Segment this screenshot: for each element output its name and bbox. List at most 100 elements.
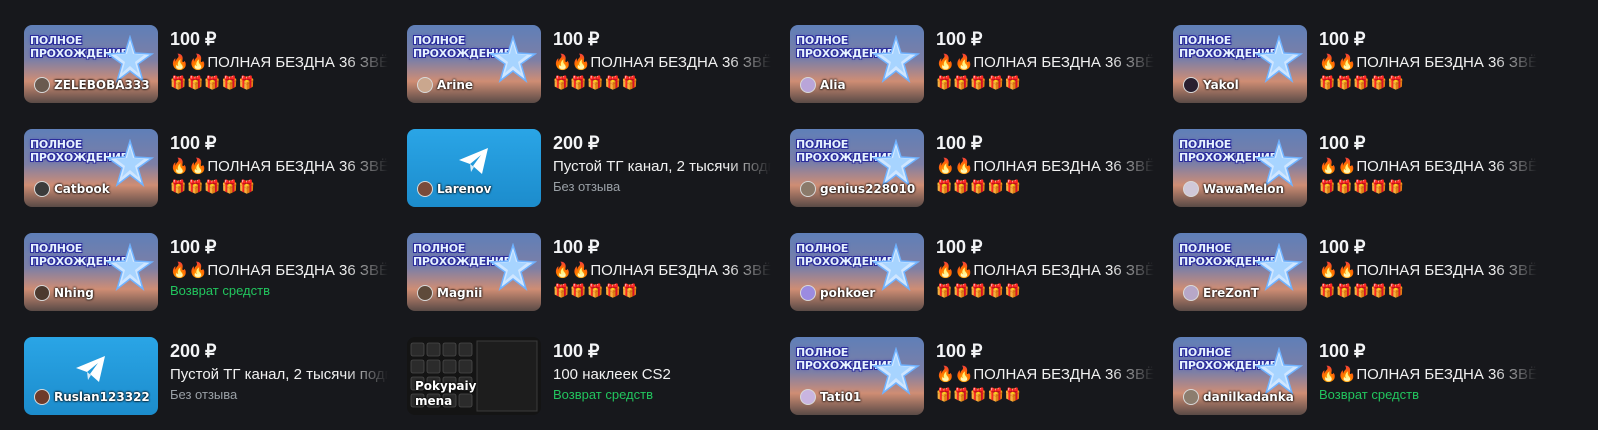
star-icon <box>872 139 920 187</box>
listing-card[interactable]: ПОЛНОЕ ПРОХОЖДЕНИЕ Tati01 100 ₽ 🔥🔥ПОЛНАЯ… <box>790 337 1156 415</box>
listing-info: 100 ₽ 🔥🔥ПОЛНАЯ БЕЗДНА 36 ЗВЁЗД Возврат с… <box>1319 337 1537 415</box>
listing-thumbnail[interactable]: ПОЛНОЕ ПРОХОЖДЕНИЕ EreZonT <box>1173 233 1307 311</box>
listing-thumbnail[interactable]: Ruslan123322 <box>24 337 158 415</box>
gift-icons: 🎁🎁🎁🎁🎁 <box>936 283 1022 298</box>
listings-grid: ПОЛНОЕ ПРОХОЖДЕНИЕ ZELEBOBA333 100 ₽ 🔥🔥П… <box>24 25 1539 415</box>
sticker-slot <box>458 342 473 357</box>
seller-badge: Ruslan123322 <box>34 389 150 405</box>
seller-name: Catbook <box>54 182 110 196</box>
avatar <box>800 181 816 197</box>
avatar <box>1183 389 1199 405</box>
listing-card[interactable]: ПОЛНОЕ ПРОХОЖДЕНИЕ Arine 100 ₽ 🔥🔥ПОЛНАЯ … <box>407 25 773 103</box>
avatar <box>800 389 816 405</box>
listing-card[interactable]: ПОЛНОЕ ПРОХОЖДЕНИЕ Nhing 100 ₽ 🔥🔥ПОЛНАЯ … <box>24 233 390 311</box>
star-icon <box>1255 139 1303 187</box>
gift-icons: 🎁🎁🎁🎁🎁 <box>936 75 1022 90</box>
listing-card[interactable]: ПОЛНОЕ ПРОХОЖДЕНИЕ Magnii 100 ₽ 🔥🔥ПОЛНАЯ… <box>407 233 773 311</box>
refund-status: Возврат средств <box>1319 387 1419 402</box>
listing-card[interactable]: ПОЛНОЕ ПРОХОЖДЕНИЕ pohkoer 100 ₽ 🔥🔥ПОЛНА… <box>790 233 1156 311</box>
listing-card[interactable]: ПОЛНОЕ ПРОХОЖДЕНИЕ WawaMelon 100 ₽ 🔥🔥ПОЛ… <box>1173 129 1539 207</box>
seller-name: WawaMelon <box>1203 182 1285 196</box>
listing-info: 100 ₽ 🔥🔥ПОЛНАЯ БЕЗДНА 36 ЗВЁЗД 🎁🎁🎁🎁🎁 <box>1319 25 1537 103</box>
listing-card[interactable]: ПОЛНОЕ ПРОХОЖДЕНИЕ ZELEBOBA333 100 ₽ 🔥🔥П… <box>24 25 390 103</box>
listing-title[interactable]: 🔥🔥ПОЛНАЯ БЕЗДНА 36 ЗВЁЗД <box>553 261 771 281</box>
seller-badge: Pokypaiy mena <box>415 379 485 409</box>
listing-title[interactable]: 🔥🔥ПОЛНАЯ БЕЗДНА 36 ЗВЁЗД <box>170 53 388 73</box>
seller-name: ZELEBOBA333 <box>54 78 150 92</box>
star-icon <box>106 243 154 291</box>
listing-price: 100 ₽ <box>936 133 983 153</box>
listing-price: 100 ₽ <box>1319 29 1366 49</box>
sticker-slot <box>442 342 457 357</box>
listing-card[interactable]: ПОЛНОЕ ПРОХОЖДЕНИЕ genius228010 100 ₽ 🔥🔥… <box>790 129 1156 207</box>
seller-name: Ruslan123322 <box>54 390 150 404</box>
listing-price: 100 ₽ <box>553 237 600 257</box>
star-icon <box>872 347 920 395</box>
seller-badge: genius228010 <box>800 181 915 197</box>
listing-thumbnail[interactable]: ПОЛНОЕ ПРОХОЖДЕНИЕ Magnii <box>407 233 541 311</box>
listing-info: 100 ₽ 100 наклеек CS2 Возврат средств <box>553 337 771 415</box>
listing-title[interactable]: 100 наклеек CS2 <box>553 365 771 385</box>
listing-info: 100 ₽ 🔥🔥ПОЛНАЯ БЕЗДНА 36 ЗВЁЗД 🎁🎁🎁🎁🎁 <box>170 129 388 207</box>
listing-thumbnail[interactable]: ПОЛНОЕ ПРОХОЖДЕНИЕ WawaMelon <box>1173 129 1307 207</box>
listing-thumbnail[interactable]: ПОЛНОЕ ПРОХОЖДЕНИЕ Alia <box>790 25 924 103</box>
listing-info: 100 ₽ 🔥🔥ПОЛНАЯ БЕЗДНА 36 ЗВЁЗД 🎁🎁🎁🎁🎁 <box>553 233 771 311</box>
listing-title[interactable]: 🔥🔥ПОЛНАЯ БЕЗДНА 36 ЗВЁЗД <box>170 157 388 177</box>
listing-title[interactable]: Пустой ТГ канал, 2 тысячи подписчиков <box>553 157 771 177</box>
sticker-slot <box>426 359 441 374</box>
listing-thumbnail[interactable]: ПОЛНОЕ ПРОХОЖДЕНИЕ danilkadanka <box>1173 337 1307 415</box>
listing-card[interactable]: Ruslan123322 200 ₽ Пустой ТГ канал, 2 ты… <box>24 337 390 415</box>
listing-info: 100 ₽ 🔥🔥ПОЛНАЯ БЕЗДНА 36 ЗВЁЗД Возврат с… <box>170 233 388 311</box>
listing-title[interactable]: 🔥🔥ПОЛНАЯ БЕЗДНА 36 ЗВЁЗД <box>553 53 771 73</box>
listing-thumbnail[interactable]: ПОЛНОЕ ПРОХОЖДЕНИЕ Arine <box>407 25 541 103</box>
listing-card[interactable]: ПОЛНОЕ ПРОХОЖДЕНИЕ EreZonT 100 ₽ 🔥🔥ПОЛНА… <box>1173 233 1539 311</box>
avatar <box>1183 181 1199 197</box>
listing-title[interactable]: 🔥🔥ПОЛНАЯ БЕЗДНА 36 ЗВЁЗД <box>1319 157 1537 177</box>
listing-info: 100 ₽ 🔥🔥ПОЛНАЯ БЕЗДНА 36 ЗВЁЗД 🎁🎁🎁🎁🎁 <box>936 129 1154 207</box>
telegram-icon <box>459 148 488 174</box>
gift-icons: 🎁🎁🎁🎁🎁 <box>170 179 256 194</box>
seller-name: danilkadanka <box>1203 390 1294 404</box>
avatar <box>34 77 50 93</box>
listing-card[interactable]: Larenov 200 ₽ Пустой ТГ канал, 2 тысячи … <box>407 129 773 207</box>
listing-title[interactable]: 🔥🔥ПОЛНАЯ БЕЗДНА 36 ЗВЁЗД <box>1319 53 1537 73</box>
avatar <box>800 285 816 301</box>
listing-info: 100 ₽ 🔥🔥ПОЛНАЯ БЕЗДНА 36 ЗВЁЗД 🎁🎁🎁🎁🎁 <box>1319 129 1537 207</box>
listing-title[interactable]: 🔥🔥ПОЛНАЯ БЕЗДНА 36 ЗВЁЗД <box>936 261 1154 281</box>
listing-title[interactable]: 🔥🔥ПОЛНАЯ БЕЗДНА 36 ЗВЁЗД <box>936 157 1154 177</box>
listing-thumbnail[interactable]: ПОЛНОЕ ПРОХОЖДЕНИЕ Catbook <box>24 129 158 207</box>
listing-card[interactable]: Pokypaiy mena 100 ₽ 100 наклеек CS2 Возв… <box>407 337 773 415</box>
gift-icons: 🎁🎁🎁🎁🎁 <box>936 179 1022 194</box>
listing-title[interactable]: 🔥🔥ПОЛНАЯ БЕЗДНА 36 ЗВЁЗД <box>936 53 1154 73</box>
listing-price: 100 ₽ <box>170 133 217 153</box>
listing-card[interactable]: ПОЛНОЕ ПРОХОЖДЕНИЕ Yakol 100 ₽ 🔥🔥ПОЛНАЯ … <box>1173 25 1539 103</box>
listing-title[interactable]: 🔥🔥ПОЛНАЯ БЕЗДНА 36 ЗВЁЗД <box>1319 261 1537 281</box>
listing-price: 200 ₽ <box>553 133 600 153</box>
listing-card[interactable]: ПОЛНОЕ ПРОХОЖДЕНИЕ Catbook 100 ₽ 🔥🔥ПОЛНА… <box>24 129 390 207</box>
listing-card[interactable]: ПОЛНОЕ ПРОХОЖДЕНИЕ danilkadanka 100 ₽ 🔥🔥… <box>1173 337 1539 415</box>
gift-icons: 🎁🎁🎁🎁🎁 <box>553 75 639 90</box>
listing-title[interactable]: 🔥🔥ПОЛНАЯ БЕЗДНА 36 ЗВЁЗД <box>170 261 388 281</box>
gift-icons: 🎁🎁🎁🎁🎁 <box>170 75 256 90</box>
gift-icons: 🎁🎁🎁🎁🎁 <box>553 283 639 298</box>
listing-thumbnail[interactable]: ПОЛНОЕ ПРОХОЖДЕНИЕ Tati01 <box>790 337 924 415</box>
seller-badge: pohkoer <box>800 285 875 301</box>
seller-badge: WawaMelon <box>1183 181 1284 197</box>
listing-title[interactable]: 🔥🔥ПОЛНАЯ БЕЗДНА 36 ЗВЁЗД <box>1319 365 1537 385</box>
seller-name: Alia <box>820 78 846 92</box>
listing-thumbnail[interactable]: ПОЛНОЕ ПРОХОЖДЕНИЕ pohkoer <box>790 233 924 311</box>
listing-thumbnail[interactable]: Larenov <box>407 129 541 207</box>
listing-thumbnail[interactable]: Pokypaiy mena <box>407 337 541 415</box>
listing-price: 100 ₽ <box>936 237 983 257</box>
listing-thumbnail[interactable]: ПОЛНОЕ ПРОХОЖДЕНИЕ Nhing <box>24 233 158 311</box>
listing-title[interactable]: 🔥🔥ПОЛНАЯ БЕЗДНА 36 ЗВЁЗД <box>936 365 1154 385</box>
seller-badge: EreZonT <box>1183 285 1259 301</box>
listing-price: 100 ₽ <box>1319 341 1366 361</box>
listing-thumbnail[interactable]: ПОЛНОЕ ПРОХОЖДЕНИЕ ZELEBOBA333 <box>24 25 158 103</box>
listing-title[interactable]: Пустой ТГ канал, 2 тысячи подписчиков <box>170 365 388 385</box>
listing-thumbnail[interactable]: ПОЛНОЕ ПРОХОЖДЕНИЕ genius228010 <box>790 129 924 207</box>
listing-card[interactable]: ПОЛНОЕ ПРОХОЖДЕНИЕ Alia 100 ₽ 🔥🔥ПОЛНАЯ Б… <box>790 25 1156 103</box>
star-icon <box>489 35 537 83</box>
listing-thumbnail[interactable]: ПОЛНОЕ ПРОХОЖДЕНИЕ Yakol <box>1173 25 1307 103</box>
seller-badge: Nhing <box>34 285 94 301</box>
